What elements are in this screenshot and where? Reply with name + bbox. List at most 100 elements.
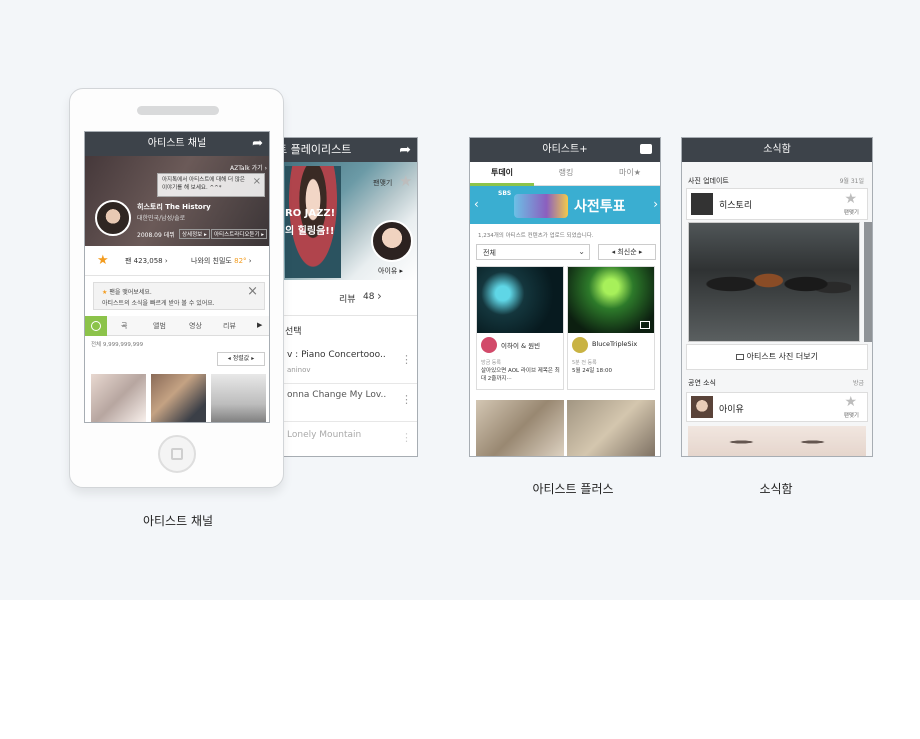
song-artist: aninov: [287, 366, 311, 374]
more-menu-icon[interactable]: ⋮: [401, 354, 412, 365]
concert-photo[interactable]: [688, 426, 866, 456]
tab-today[interactable]: 투데이: [470, 162, 534, 186]
banner-line2: 의 힐링음!!: [285, 226, 335, 237]
upload-count: 1,234개의 아티스트 컨텐츠가 업로드 되었습니다.: [478, 233, 594, 239]
channel-header: 아티스트 채널 ➦: [85, 132, 269, 156]
radio-button[interactable]: 아티스트라디오듣기 ▸: [211, 229, 268, 239]
tab-songs[interactable]: 곡: [121, 321, 127, 331]
content-card[interactable]: BluceTripleSix 5분 전 등록 5월 24일 18:00: [567, 266, 655, 390]
song-row[interactable]: onna Change My Lov.. ⋮: [263, 384, 417, 422]
showcase-background: 트 플레이리스트 ➦ RO JAZZ! 의 힐링음!! 팬맺기 ★ 아이유 ▸ …: [0, 0, 920, 600]
artist-name: 히스토리 The History: [137, 203, 211, 211]
review-label: 리뷰: [339, 295, 356, 305]
plus-banner[interactable]: ‹ SBS 사전투표 ›: [470, 186, 660, 224]
fan-label[interactable]: 팬맺기: [373, 178, 392, 188]
song-title: v : Piano Concertooo..: [287, 350, 386, 360]
chat-icon[interactable]: [640, 144, 652, 154]
notice-line2: 아티스트의 소식을 빠르게 받아 볼 수 있어요.: [102, 300, 215, 307]
playlist-title: 트 플레이리스트: [277, 143, 352, 156]
card-avatar: [481, 337, 497, 353]
fan-count[interactable]: 팬 423,058 ›: [125, 256, 168, 266]
content-card[interactable]: [567, 400, 655, 456]
more-menu-icon[interactable]: ⋮: [401, 432, 412, 443]
artist-name: 아이유: [719, 405, 744, 415]
sort-label: 정렬값: [232, 355, 250, 362]
caption-channel: 아티스트 채널: [142, 514, 214, 528]
tab-reviews[interactable]: 리뷰: [223, 321, 236, 331]
more-photos-label: 아티스트 사진 더보기: [746, 352, 818, 361]
fan-star-icon[interactable]: ★: [97, 253, 109, 268]
star-icon: ★: [102, 289, 108, 296]
aztalk-tooltip: 아지톡에서 아티스트에 대해 더 많은 이야기를 해 보세요. ^^* ×: [157, 173, 265, 197]
playlist-screen: 트 플레이리스트 ➦ RO JAZZ! 의 힐링음!! 팬맺기 ★ 아이유 ▸ …: [262, 137, 418, 457]
sort-dropdown[interactable]: ◂ 최신순 ▸: [598, 244, 656, 260]
artist-name: 히스토리: [719, 201, 753, 211]
fan-star-icon[interactable]: ★: [844, 394, 857, 410]
artist-avatar[interactable]: [371, 220, 413, 262]
total-count: 전체 9,999,999,999: [91, 342, 144, 348]
section-date: 9월 31일: [839, 178, 864, 185]
tab-videos[interactable]: 영상: [189, 321, 202, 331]
more-photos-button[interactable]: 아티스트 사진 더보기: [686, 344, 868, 370]
home-button[interactable]: [158, 435, 196, 473]
tab-albums[interactable]: 앨범: [153, 321, 166, 331]
card-tag: 5분 전 등록: [572, 360, 597, 366]
share-icon[interactable]: ➦: [252, 132, 263, 156]
photo-update[interactable]: [688, 222, 860, 342]
card-artist: 이하이 & 원빈: [501, 342, 541, 350]
tab-recent[interactable]: [85, 316, 107, 336]
news-screen: 소식함 사진 업데이트 9월 31일 히스토리 ★ 팬맺기 아티스트 사진 더보…: [681, 137, 873, 457]
close-icon[interactable]: ×: [253, 177, 261, 187]
song-title: onna Change My Lov..: [287, 390, 387, 400]
review-row[interactable]: 리뷰 48 ›: [263, 280, 417, 316]
channel-tabs: 곡 앨범 영상 리뷰 ▶: [85, 316, 269, 336]
avatar-label[interactable]: 아이유 ▸: [378, 266, 403, 276]
news-title: 소식함: [763, 144, 791, 155]
album-thumb[interactable]: [91, 374, 146, 422]
playlist-header: 트 플레이리스트 ➦: [263, 138, 417, 162]
photo-side: [864, 222, 872, 342]
artist-row[interactable]: 아이유 ★ 팬맺기: [686, 392, 868, 422]
tab-my[interactable]: 마이★: [598, 162, 660, 186]
chevron-right-icon: ›: [377, 289, 382, 303]
content-card[interactable]: [476, 400, 564, 456]
card-artist: BluceTripleSix: [592, 340, 638, 348]
more-menu-icon[interactable]: ⋮: [401, 394, 412, 405]
sort-dropdown[interactable]: ◂ 정렬값 ▸: [217, 352, 265, 366]
banner-next-icon[interactable]: ›: [653, 197, 658, 211]
artist-row[interactable]: 히스토리 ★ 팬맺기: [686, 188, 868, 220]
filter-label: 전체: [483, 249, 496, 257]
photo-people: [701, 249, 851, 319]
phone-speaker: [137, 106, 219, 115]
artist-avatar[interactable]: [95, 200, 131, 236]
close-icon[interactable]: ×: [247, 285, 258, 298]
detail-button[interactable]: 상세정보 ▸: [179, 229, 210, 239]
album-thumb[interactable]: [211, 374, 266, 422]
fan-label[interactable]: 팬맺기: [844, 208, 859, 216]
fan-count-text: 팬 423,058: [125, 257, 163, 265]
section-title: 사진 업데이트: [688, 177, 729, 185]
fan-star-icon[interactable]: ★: [399, 172, 412, 190]
tooltip-text: 아지톡에서 아티스트에 대해 더 많은 이야기를 해 보세요. ^^*: [162, 177, 245, 191]
review-count: 48: [363, 292, 375, 302]
song-list: v : Piano Concertooo.. aninov ⋮ onna Cha…: [263, 342, 417, 456]
plus-screen: 아티스트+ 투데이 랭킹 마이★ ‹ SBS 사전투표 › 1,234개의 아티…: [469, 137, 661, 457]
tab-ranking[interactable]: 랭킹: [534, 162, 598, 186]
artist-thumb: [691, 396, 713, 418]
album-thumb[interactable]: [151, 374, 206, 422]
fan-label[interactable]: 팬맺기: [844, 411, 859, 419]
caption-news: 소식함: [759, 482, 793, 496]
card-image: [477, 267, 563, 333]
affinity-value: 82°: [234, 257, 247, 265]
fan-star-icon[interactable]: ★: [844, 191, 857, 207]
affinity[interactable]: 나와의 친밀도 82° ›: [191, 256, 252, 266]
debut-date: 2008.09 데뷔: [137, 232, 175, 239]
song-row[interactable]: Lonely Mountain ⋮: [263, 422, 417, 456]
tab-next-icon[interactable]: ▶: [257, 321, 262, 329]
content-card[interactable]: 이하이 & 원빈 방금 등록 살아있으면 AOL 라이브 제목은 최대 2줄까지…: [476, 266, 564, 390]
song-row[interactable]: v : Piano Concertooo.. aninov ⋮: [263, 342, 417, 384]
aztalk-link[interactable]: AZTalk 가기 ›: [230, 163, 267, 172]
filter-dropdown[interactable]: 전체 ⌄: [476, 244, 590, 260]
share-icon[interactable]: ➦: [399, 138, 411, 162]
banner-prev-icon[interactable]: ‹: [474, 197, 479, 211]
